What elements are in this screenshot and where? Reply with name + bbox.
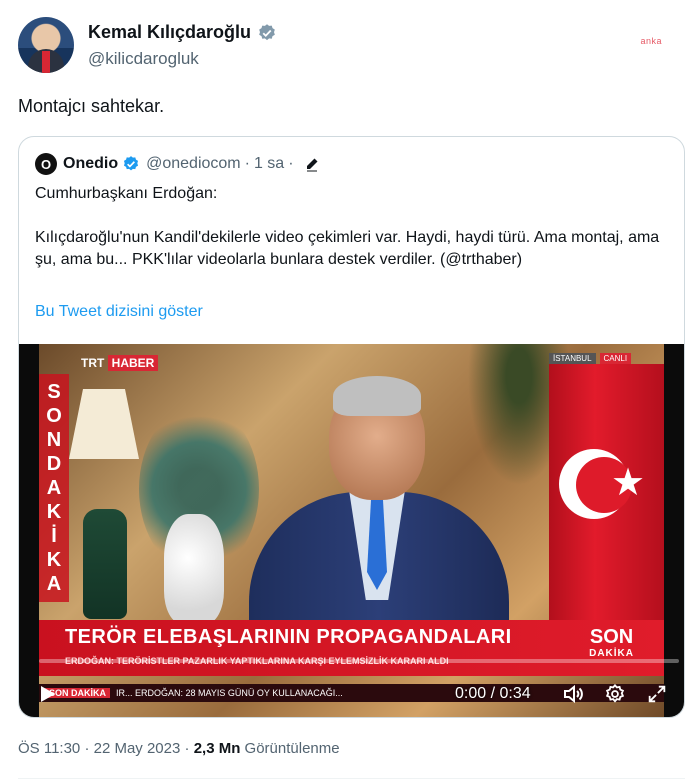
side-banner: S O N D A K İ K A — [39, 374, 69, 602]
video-time: 0:00 / 0:34 — [455, 685, 531, 702]
side-banner-letter: N — [46, 429, 62, 451]
news-headline: TERÖR ELEBAŞLARININ PROPAGANDALARI — [65, 626, 512, 648]
speaker — [249, 364, 509, 672]
quoted-handle: @onediocom — [146, 155, 241, 172]
play-button[interactable] — [35, 682, 59, 706]
views-label: Görüntülenme — [244, 740, 340, 757]
meta-separator: · — [184, 740, 190, 757]
channel-logo-a: TRT — [81, 356, 105, 370]
vase — [164, 514, 224, 624]
verified-badge-icon — [124, 156, 139, 171]
tweet-text: Montajcı sahtekar. — [18, 96, 165, 116]
location-badge: İSTANBUL CANLI — [549, 353, 635, 364]
quoted-avatar: O — [35, 153, 57, 175]
quoted-header: O Onedio @onediocom · 1 sa · — [35, 153, 320, 175]
news-brand: SON DAKİKA — [589, 626, 634, 659]
quoted-paragraph: Cumhurbaşkanı Erdoğan: — [35, 185, 218, 202]
gear-icon — [605, 683, 625, 703]
live-label: CANLI — [599, 353, 632, 364]
volume-icon — [564, 684, 583, 704]
news-brand-big: SON — [589, 626, 634, 648]
settings-button[interactable] — [603, 682, 627, 706]
volume-button[interactable] — [561, 682, 585, 706]
turkish-flag: ★ — [549, 364, 664, 634]
meta-separator: · — [288, 155, 294, 172]
speaker-hair — [333, 376, 421, 416]
channel-logo: TRT HABER — [81, 355, 159, 371]
tweet-date[interactable]: 22 May 2023 — [94, 740, 181, 757]
side-banner-letter: A — [46, 477, 62, 499]
verified-badge-icon — [259, 23, 275, 40]
tweet-meta: ÖS 11:30 · 22 May 2023 · 2,3 Mn Görüntül… — [18, 740, 340, 757]
edited-pencil-icon — [306, 158, 318, 172]
news-brand-small: DAKİKA — [589, 648, 634, 659]
views-count: 2,3 Mn — [193, 740, 241, 757]
author-handle[interactable]: @kilicdarogluk — [88, 49, 277, 69]
channel-logo-b: HABER — [107, 355, 159, 371]
tweet-author: Kemal Kılıçdaroğlu @kilicdarogluk — [18, 17, 277, 73]
location-label: İSTANBUL — [549, 353, 596, 364]
quoted-name: Onedio — [63, 155, 119, 172]
tweet-time[interactable]: ÖS 11:30 — [18, 740, 80, 757]
divider — [18, 778, 685, 779]
side-banner-letter: K — [46, 501, 62, 523]
news-lower-third: TERÖR ELEBAŞLARININ PROPAGANDALARI ERDOĞ… — [39, 620, 664, 676]
video-progress-bar[interactable] — [39, 659, 679, 663]
watermark: anka — [640, 36, 662, 46]
quoted-tweet[interactable]: O Onedio @onediocom · 1 sa · Cumhurbaşka… — [18, 136, 685, 718]
author-text: Kemal Kılıçdaroğlu @kilicdarogluk — [88, 22, 277, 73]
side-banner-letter: S — [47, 381, 61, 403]
fullscreen-icon — [648, 685, 666, 703]
fullscreen-button[interactable] — [645, 682, 669, 706]
side-banner-letter: A — [46, 573, 62, 595]
quoted-body: Cumhurbaşkanı Erdoğan: Kılıçdaroğlu'nun … — [35, 183, 665, 271]
meta-separator: · — [244, 155, 250, 172]
quoted-paragraph: Kılıçdaroğlu'nun Kandil'dekilerle video … — [35, 229, 660, 268]
quoted-time: 1 sa — [253, 155, 285, 172]
video-player[interactable]: ★ TRT HABER İSTANBUL CANLI S O N D A K İ… — [19, 344, 684, 717]
author-name[interactable]: Kemal Kılıçdaroğlu — [88, 22, 251, 43]
video-controls: 0:00 / 0:34 — [19, 674, 684, 714]
show-thread-link[interactable]: Bu Tweet dizisini göster — [35, 303, 203, 321]
lamp-base — [83, 509, 127, 619]
play-icon — [41, 686, 55, 702]
lamp-shade — [69, 389, 139, 459]
flag-star-icon: ★ — [611, 462, 646, 504]
side-banner-letter: İ — [51, 525, 57, 547]
side-banner-letter: D — [46, 453, 62, 475]
meta-separator: · — [84, 740, 90, 757]
author-name-row: Kemal Kılıçdaroğlu — [88, 22, 277, 43]
author-avatar[interactable] — [18, 17, 74, 73]
side-banner-letter: O — [46, 405, 62, 427]
side-banner-letter: K — [46, 549, 62, 571]
